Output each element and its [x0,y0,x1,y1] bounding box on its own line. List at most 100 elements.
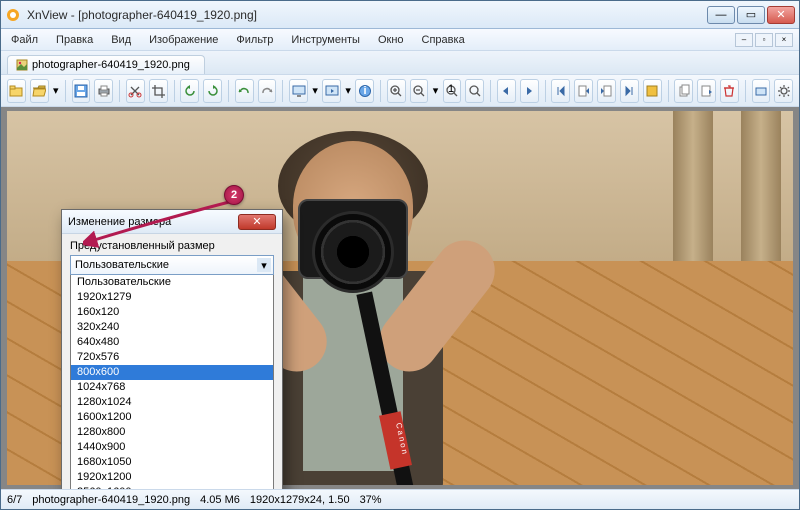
separator [545,80,546,102]
preset-option[interactable]: Пользовательские [71,275,273,290]
maximize-button[interactable]: ▭ [737,6,765,24]
rotate-cw-icon [206,84,220,98]
move-button[interactable] [697,79,716,103]
minimize-button[interactable]: — [707,6,735,24]
titlebar[interactable]: XnView - [photographer-640419_1920.png] … [1,1,799,29]
menu-filter[interactable]: Фильтр [232,32,277,48]
scanner-icon [754,84,768,98]
preset-option[interactable]: 1280x800 [71,425,273,440]
browse-button[interactable] [7,79,26,103]
menu-window[interactable]: Окно [374,32,408,48]
open-dropdown[interactable]: ▾ [53,84,59,97]
tabbar: photographer-640419_1920.png [1,51,799,75]
fullscreen-dropdown[interactable]: ▾ [312,84,318,97]
dialog-close-button[interactable]: ✕ [238,214,276,230]
options-button[interactable] [774,79,793,103]
photo-column [741,111,781,276]
zoom-dropdown[interactable]: ▾ [432,84,438,97]
toolbar: ▾ ▾ ▾ i ▾ 1 [1,75,799,107]
document-tab[interactable]: photographer-640419_1920.png [7,55,205,74]
redo-button[interactable] [258,79,277,103]
separator [745,80,746,102]
menu-edit[interactable]: Правка [52,32,97,48]
rotate-ccw-icon [183,84,197,98]
preset-option[interactable]: 1600x1200 [71,410,273,425]
acquire-button[interactable] [752,79,771,103]
zoom-fit-button[interactable]: 1 [443,79,462,103]
preset-option[interactable]: 1680x1050 [71,455,273,470]
prev-button[interactable] [497,79,516,103]
mdi-minimize-button[interactable]: – [735,33,753,47]
tab-label: photographer-640419_1920.png [32,59,190,71]
fullscreen-button[interactable] [289,79,308,103]
film-icon [645,84,659,98]
preset-option[interactable]: 2560x1600 [71,485,273,489]
last-button[interactable] [620,79,639,103]
photo-column [673,111,713,276]
crop-button[interactable] [149,79,168,103]
menu-view[interactable]: Вид [107,32,135,48]
preset-option[interactable]: 1920x1279 [71,290,273,305]
main-window: XnView - [photographer-640419_1920.png] … [0,0,800,510]
cut-button[interactable] [126,79,145,103]
mdi-restore-button[interactable]: ▫ [755,33,773,47]
separator [174,80,175,102]
status-zoom: 37% [360,494,382,506]
zoom-actual-button[interactable] [465,79,484,103]
zoom-100-icon: 1 [445,84,459,98]
preset-option[interactable]: 160x120 [71,305,273,320]
separator [490,80,491,102]
first-icon [554,84,568,98]
prev-page-button[interactable] [574,79,593,103]
delete-button[interactable] [720,79,739,103]
dialog-titlebar[interactable]: Изменение размера ✕ [62,210,282,234]
print-button[interactable] [94,79,113,103]
menu-help[interactable]: Справка [418,32,469,48]
open-button[interactable] [30,79,49,103]
copy-icon [677,84,691,98]
preset-select[interactable]: Пользовательские ▾ [70,255,274,275]
preset-listbox[interactable]: Пользовательские1920x1279160x120320x2406… [70,275,274,489]
page-next-icon [599,84,613,98]
info-button[interactable]: i [355,79,374,103]
dialog-title: Изменение размера [68,216,171,228]
status-filename: photographer-640419_1920.png [32,494,190,506]
last-icon [622,84,636,98]
image-viewport[interactable]: Canon Изменение размера ✕ Предустановлен… [1,107,799,489]
zoom-in-button[interactable] [387,79,406,103]
preset-selected: Пользовательские [75,259,169,271]
rotate-right-button[interactable] [203,79,222,103]
undo-button[interactable] [235,79,254,103]
gear-icon [777,84,791,98]
preset-option[interactable]: 1280x1024 [71,395,273,410]
mdi-close-button[interactable]: × [775,33,793,47]
slideshow-dropdown[interactable]: ▾ [345,84,351,97]
preset-option[interactable]: 1024x768 [71,380,273,395]
close-button[interactable]: ✕ [767,6,795,24]
save-button[interactable] [72,79,91,103]
menu-tools[interactable]: Инструменты [287,32,364,48]
first-button[interactable] [551,79,570,103]
preset-option[interactable]: 320x240 [71,320,273,335]
next-page-button[interactable] [597,79,616,103]
preset-option[interactable]: 800x600 [71,365,273,380]
preset-option[interactable]: 720x576 [71,350,273,365]
menu-image[interactable]: Изображение [145,32,222,48]
minimize-icon: — [716,9,727,21]
quick-slide-button[interactable] [643,79,662,103]
preset-option[interactable]: 1920x1200 [71,470,273,485]
next-button[interactable] [520,79,539,103]
rotate-left-button[interactable] [180,79,199,103]
slideshow-button[interactable] [322,79,341,103]
copy-button[interactable] [674,79,693,103]
preset-label: Предустановленный размер [70,240,274,252]
resize-dialog: Изменение размера ✕ Предустановленный ра… [61,209,283,489]
image-icon [16,59,28,71]
preset-option[interactable]: 640x480 [71,335,273,350]
printer-icon [97,84,111,98]
menu-file[interactable]: Файл [7,32,42,48]
zoom-out-button[interactable] [410,79,429,103]
separator [668,80,669,102]
folder-icon [9,84,23,98]
preset-option[interactable]: 1440x900 [71,440,273,455]
